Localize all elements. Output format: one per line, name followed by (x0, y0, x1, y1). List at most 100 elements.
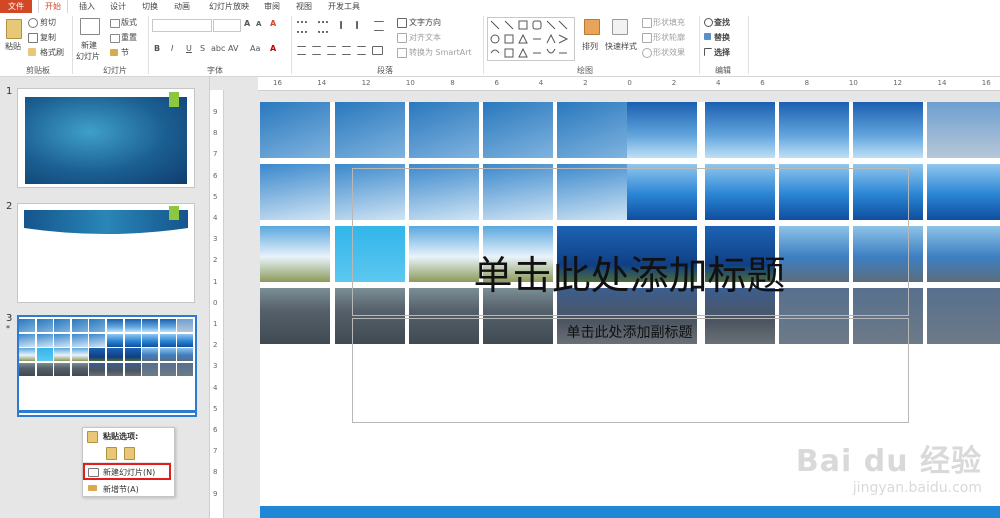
ruler-label: 14 (317, 79, 327, 87)
slide-thumbnail-2[interactable] (17, 203, 195, 303)
subtitle-placeholder-text[interactable]: 单击此处添加副标题 (352, 322, 907, 342)
replace-button[interactable]: 替换 (714, 32, 730, 43)
align-left-icon[interactable] (297, 46, 306, 55)
copy-button[interactable]: 复制 (40, 32, 56, 43)
increase-indent-icon[interactable] (356, 21, 366, 29)
decrease-indent-icon[interactable] (340, 21, 350, 29)
shrink-font-icon[interactable]: A (256, 20, 261, 28)
strikethrough-button[interactable]: S (200, 44, 205, 53)
justify-icon[interactable] (342, 46, 351, 55)
slide-thumbnail-1[interactable] (17, 88, 195, 188)
font-color-icon[interactable]: A (270, 44, 276, 53)
distributed-icon[interactable] (357, 46, 366, 55)
tab-home[interactable]: 开始 (38, 0, 68, 14)
slides-group-label: 幻灯片 (103, 66, 127, 75)
shape-outline-button[interactable]: 形状轮廓 (653, 32, 685, 43)
paste-keep-source-icon[interactable] (124, 447, 135, 460)
arrange-icon (584, 19, 600, 35)
photo-tile (853, 102, 923, 158)
columns-icon[interactable] (372, 46, 383, 55)
quick-styles-button[interactable]: 快速样式 (605, 41, 637, 52)
photo-tile (927, 102, 1000, 158)
layout-button[interactable]: 版式 (121, 17, 137, 28)
title-placeholder-text[interactable]: 单击此处添加标题 (352, 254, 907, 300)
photo-tile (927, 164, 1000, 220)
accent-tab (169, 92, 179, 107)
thumbnail-photo-tile (177, 348, 194, 361)
ribbon-tab-bar: 文件 开始 插入 设计 切换 动画 幻灯片放映 审阅 视图 开发工具 (0, 0, 1000, 14)
ruler-label: 12 (361, 79, 371, 87)
font-family-dropdown[interactable] (152, 19, 212, 32)
tab-view[interactable]: 视图 (292, 0, 316, 13)
bullets-icon[interactable] (297, 21, 307, 33)
new-slide-button-line1[interactable]: 新建 (81, 40, 97, 51)
watermark-url: jingyan.baidu.com (852, 480, 982, 496)
shape-effects-button[interactable]: 形状效果 (653, 47, 685, 58)
text-direction-button[interactable]: 文字方向 (409, 17, 441, 28)
cut-button[interactable]: 剪切 (40, 17, 56, 28)
thumbnail-background (25, 97, 187, 184)
character-spacing-button[interactable]: AV (228, 44, 238, 53)
ruler-label: 6 (213, 171, 218, 180)
new-section-menu-item[interactable]: 新增节(A) (103, 484, 139, 495)
bold-button[interactable]: B (154, 44, 160, 53)
photo-tile (260, 226, 330, 282)
tab-insert[interactable]: 插入 (74, 0, 100, 13)
reset-button[interactable]: 重置 (121, 32, 137, 43)
underline-button[interactable]: U (186, 44, 192, 53)
shadow-button[interactable]: abc (211, 44, 225, 53)
find-button[interactable]: 查找 (714, 17, 730, 28)
font-group-label: 字体 (207, 66, 223, 75)
ruler-label: 6 (213, 426, 218, 434)
thumbnail-photo-tile (159, 333, 176, 347)
slide-number: 3 (6, 313, 13, 324)
paste-options-label: 粘贴选项: (103, 432, 139, 441)
clear-formatting-button[interactable]: A (270, 19, 276, 28)
thumbnail-photo-tile (142, 348, 159, 361)
align-right-icon[interactable] (327, 46, 336, 55)
arrange-button[interactable]: 排列 (582, 41, 598, 52)
tab-slideshow[interactable]: 幻灯片放映 (204, 0, 254, 13)
select-button[interactable]: 选择 (714, 47, 730, 58)
thumbnail-photo-tile (54, 348, 71, 361)
ruler-label: 8 (213, 468, 218, 477)
ruler-label: 2 (213, 341, 218, 350)
thumbnail-photo-tile (54, 362, 71, 376)
thumbnail-photo-grid (19, 319, 195, 377)
convert-smartart-button[interactable]: 转换为 SmartArt (409, 47, 472, 58)
change-case-button[interactable]: Aa (250, 44, 260, 53)
shapes-gallery[interactable] (487, 17, 575, 61)
slide-thumbnail-3-selected[interactable] (17, 315, 197, 417)
paste-button[interactable]: 粘贴 (5, 41, 21, 52)
vertical-ruler: 9 8 7 6 5 4 3 2 1 0 1 2 3 4 5 6 7 8 9 (210, 90, 224, 518)
thumbnail-photo-tile (159, 348, 176, 361)
italic-button[interactable]: I (171, 44, 173, 53)
thumbnail-photo-tile (159, 362, 176, 376)
shape-fill-button[interactable]: 形状填充 (653, 17, 685, 28)
thumbnail-photo-tile (107, 333, 123, 347)
new-slide-menu-item[interactable]: 新建幻灯片(N) (103, 467, 155, 478)
align-text-button[interactable]: 对齐文本 (409, 32, 441, 43)
line-spacing-icon[interactable] (374, 21, 384, 31)
tab-animations[interactable]: 动画 (170, 0, 194, 13)
ruler-label: 7 (213, 150, 218, 159)
numbering-icon[interactable] (318, 21, 328, 33)
thumbnail-photo-tile (19, 362, 35, 376)
new-section-menu-icon (88, 485, 97, 491)
section-button[interactable]: 节 (121, 47, 129, 58)
align-center-icon[interactable] (312, 46, 321, 55)
font-size-dropdown[interactable] (213, 19, 241, 32)
tab-design[interactable]: 设计 (106, 0, 130, 13)
tab-file[interactable]: 文件 (0, 0, 32, 13)
tab-review[interactable]: 审阅 (260, 0, 284, 13)
thumbnail-photo-tile (142, 362, 159, 376)
ruler-label: 4 (213, 383, 218, 392)
new-slide-button-line2[interactable]: 幻灯片 (76, 51, 100, 62)
thumbnail-photo-tile (89, 333, 106, 347)
paste-keep-theme-icon[interactable] (106, 447, 117, 460)
format-painter-button[interactable]: 格式刷 (40, 47, 64, 58)
grow-font-icon[interactable]: A (244, 19, 250, 28)
tab-transitions[interactable]: 切换 (138, 0, 162, 13)
tab-developer[interactable]: 开发工具 (324, 0, 364, 13)
shape-fill-icon (642, 18, 652, 28)
